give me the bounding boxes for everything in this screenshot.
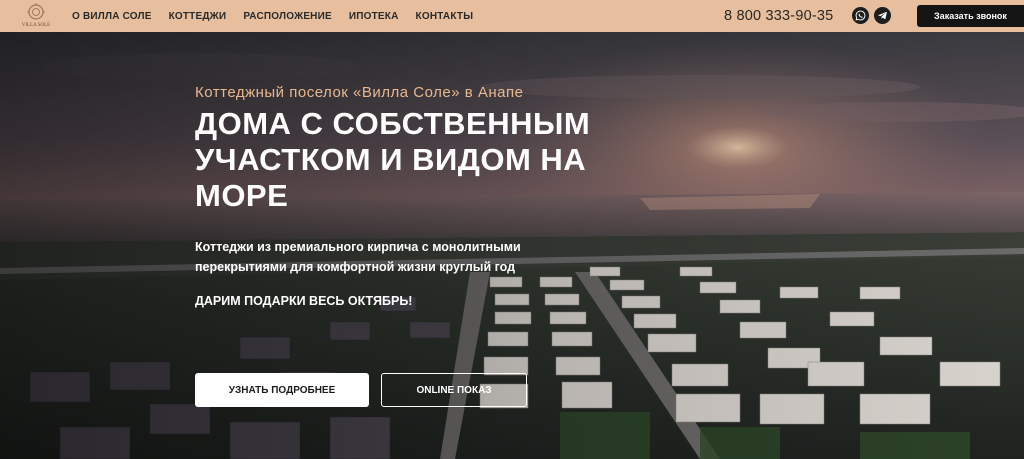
hero-section: Коттеджный поселок «Вилла Соле» в Анапе …: [0, 32, 1024, 459]
whatsapp-icon[interactable]: [852, 7, 869, 24]
villa-sole-logo[interactable]: VILLA SOLE: [18, 2, 54, 30]
telegram-icon[interactable]: [874, 7, 891, 24]
callback-button[interactable]: Заказать звонок: [917, 5, 1024, 27]
svg-text:VILLA SOLE: VILLA SOLE: [22, 23, 50, 28]
hero-title: ДОМА С СОБСТВЕННЫМ УЧАСТКОМ И ВИДОМ НА М…: [195, 106, 591, 213]
learn-more-button[interactable]: УЗНАТЬ ПОДРОБНЕЕ: [195, 373, 369, 407]
hero-promo: ДАРИМ ПОДАРКИ ВЕСЬ ОКТЯБРЬ!: [195, 294, 413, 308]
nav-item-about[interactable]: О ВИЛЛА СОЛЕ: [72, 11, 152, 22]
main-nav: О ВИЛЛА СОЛЕ КОТТЕДЖИ РАСПОЛОЖЕНИЕ ИПОТЕ…: [72, 0, 473, 32]
nav-item-mortgage[interactable]: ИПОТЕКА: [349, 11, 399, 22]
nav-item-contacts[interactable]: КОНТАКТЫ: [416, 11, 474, 22]
hero-subtitle: Коттеджный поселок «Вилла Соле» в Анапе: [195, 84, 524, 101]
phone-number[interactable]: 8 800 333-90-35: [724, 8, 833, 24]
hero-description: Коттеджи из премиального кирпича с монол…: [195, 240, 521, 274]
site-header: VILLA SOLE О ВИЛЛА СОЛЕ КОТТЕДЖИ РАСПОЛО…: [0, 0, 1024, 32]
nav-item-cottages[interactable]: КОТТЕДЖИ: [169, 11, 227, 22]
nav-item-location[interactable]: РАСПОЛОЖЕНИЕ: [243, 11, 332, 22]
online-tour-button[interactable]: ONLINE ПОКАЗ: [381, 373, 527, 407]
